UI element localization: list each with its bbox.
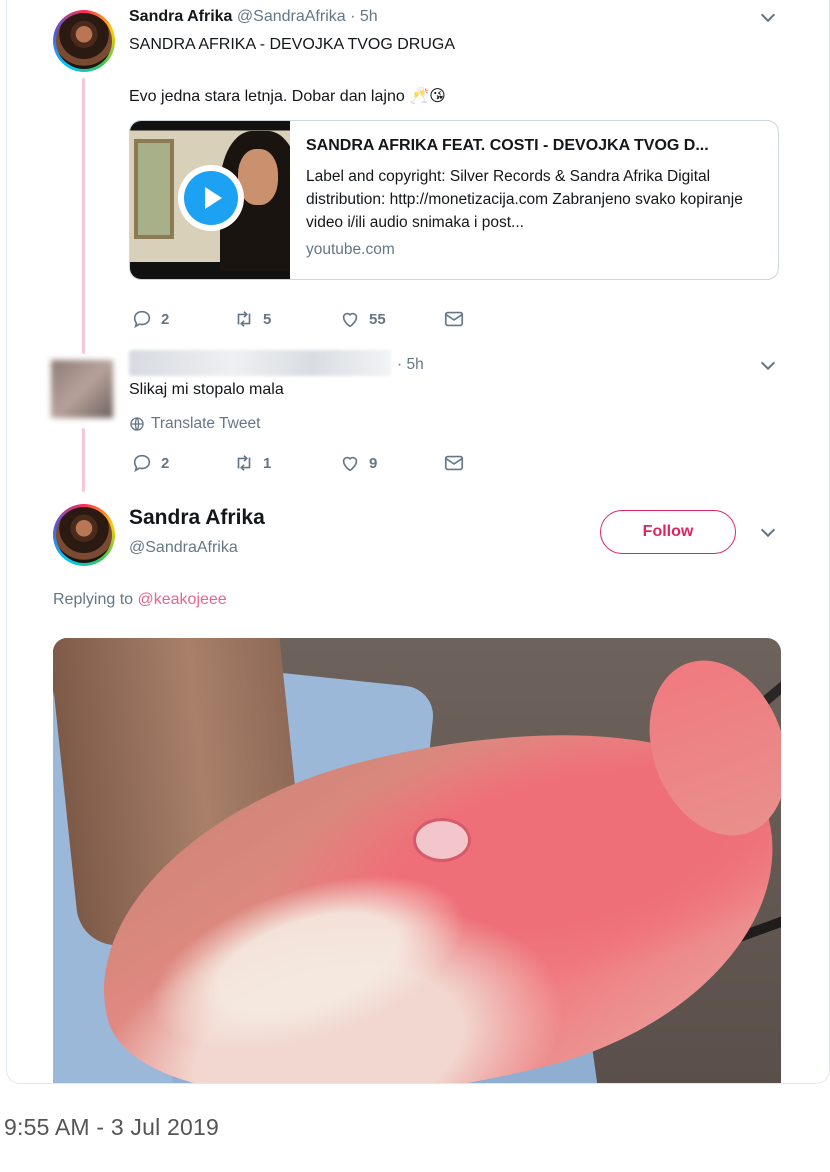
author-name[interactable]: Sandra Afrika — [129, 506, 265, 530]
retweet-button[interactable]: 5 — [233, 308, 271, 330]
globe-icon — [130, 417, 144, 431]
chevron-down-icon[interactable] — [760, 522, 776, 538]
link-card-domain: youtube.com — [306, 241, 395, 258]
avatar[interactable] — [53, 504, 115, 566]
reply-icon — [133, 454, 151, 473]
envelope-icon — [444, 455, 464, 471]
tweet-photo[interactable] — [53, 638, 781, 1083]
link-card-description: Label and copyright: Silver Records & Sa… — [306, 168, 743, 231]
tweet-timestamp[interactable]: 9:55 AM - 3 Jul 2019 — [4, 1114, 219, 1141]
video-thumbnail[interactable] — [130, 121, 290, 279]
retweet-icon — [237, 455, 251, 471]
author-name-redacted[interactable] — [129, 350, 391, 376]
reply-count: 2 — [161, 454, 170, 472]
tweet-actions: 2 5 55 — [131, 308, 491, 332]
reply-count: 2 — [161, 310, 170, 328]
envelope-icon — [444, 311, 464, 327]
replying-prefix: Replying to — [53, 591, 138, 608]
tweet-time[interactable]: · 5h — [397, 356, 424, 374]
message-button[interactable] — [443, 308, 465, 330]
retweet-button[interactable]: 1 — [233, 452, 271, 474]
tweet-text-line1: SANDRA AFRIKA - DEVOJKA TVOG DRUGA — [129, 36, 456, 53]
tweet-text: Slikaj mi stopalo mala — [129, 381, 284, 398]
author-handle[interactable]: @SandraAfrika · 5h — [237, 8, 378, 25]
like-button[interactable]: 9 — [339, 452, 377, 474]
thread-line — [82, 78, 85, 354]
like-button[interactable]: 55 — [339, 308, 386, 330]
play-icon[interactable] — [178, 165, 244, 231]
replying-mention-link[interactable]: @keakojeee — [138, 591, 227, 608]
avatar[interactable] — [53, 10, 115, 72]
translate-tweet-link[interactable]: Translate Tweet — [129, 415, 260, 433]
tweet-text-line2: Evo jedna stara letnja. Dobar dan lajno … — [129, 88, 446, 105]
heart-icon — [342, 312, 358, 328]
youtube-link-card[interactable]: SANDRA AFRIKA FEAT. COSTI - DEVOJKA TVOG… — [129, 120, 779, 280]
retweet-icon — [237, 311, 251, 327]
message-button[interactable] — [443, 452, 465, 474]
tweet-thread-card: Sandra Afrika @SandraAfrika · 5h SANDRA … — [6, 0, 830, 1084]
reply-button[interactable]: 2 — [131, 308, 169, 330]
follow-button[interactable]: Follow — [600, 510, 736, 554]
author-handle[interactable]: @SandraAfrika — [129, 539, 238, 557]
link-card-title: SANDRA AFRIKA FEAT. COSTI - DEVOJKA TVOG… — [306, 137, 709, 154]
like-count: 55 — [369, 310, 386, 328]
author-name[interactable]: Sandra Afrika — [129, 8, 232, 25]
retweet-count: 1 — [263, 454, 272, 472]
replying-to: Replying to @keakojeee — [53, 591, 227, 609]
thread-line — [82, 428, 85, 492]
chevron-down-icon[interactable] — [760, 7, 776, 23]
heart-icon — [342, 456, 358, 472]
tweet-author-line[interactable]: Sandra Afrika @SandraAfrika · 5h — [129, 8, 378, 26]
reply-button[interactable]: 2 — [131, 452, 169, 474]
reply-icon — [133, 310, 151, 329]
chevron-down-icon[interactable] — [760, 355, 776, 371]
like-count: 9 — [369, 454, 378, 472]
tweet-actions: 2 1 9 — [131, 452, 491, 476]
retweet-count: 5 — [263, 310, 272, 328]
avatar[interactable] — [51, 360, 113, 418]
translate-label: Translate Tweet — [151, 415, 261, 432]
